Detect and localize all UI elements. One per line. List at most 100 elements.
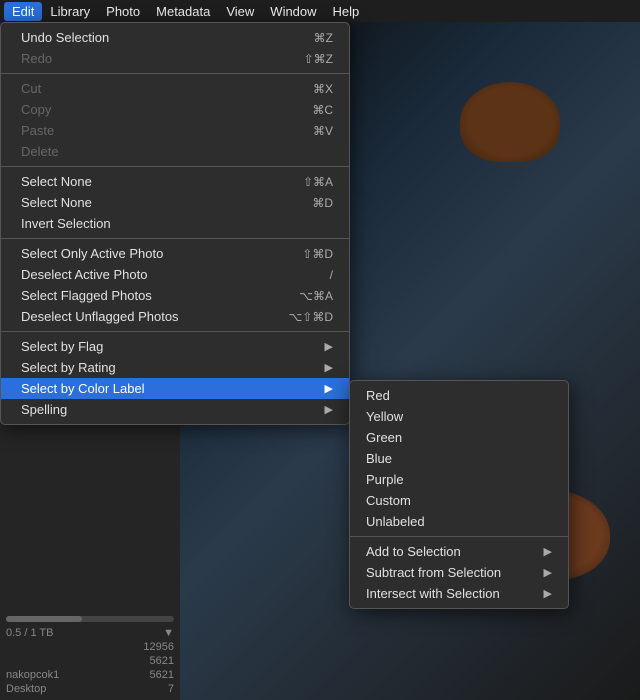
edit-dropdown-menu: Undo Selection ⌘Z Redo ⇧⌘Z Cut ⌘X Copy ⌘… — [0, 22, 350, 425]
menu-item-deselect-unflagged-label: Deselect Unflagged Photos — [21, 309, 179, 324]
menu-item-cut[interactable]: Cut ⌘X — [1, 78, 349, 99]
submenu-item-intersect-with-selection-label: Intersect with Selection — [366, 586, 500, 601]
submenu-item-unlabeled-label: Unlabeled — [366, 514, 425, 529]
menu-item-copy-label: Copy — [21, 102, 51, 117]
select-by-flag-arrow-icon: ▶ — [325, 340, 333, 353]
menu-item-select-flagged-shortcut: ⌥⌘A — [299, 289, 333, 303]
menu-item-select-none-2[interactable]: Select None ⌘D — [1, 192, 349, 213]
menubar-item-edit[interactable]: Edit — [4, 2, 42, 21]
menu-item-cut-label: Cut — [21, 81, 41, 96]
submenu-item-subtract-from-selection[interactable]: Subtract from Selection ▶ — [350, 562, 568, 583]
menu-item-select-none-2-label: Select None — [21, 195, 92, 210]
separator-3 — [1, 238, 349, 239]
menu-item-redo-shortcut: ⇧⌘Z — [304, 52, 333, 66]
menu-item-select-none-1-label: Select None — [21, 174, 92, 189]
intersect-with-selection-arrow-icon: ▶ — [544, 587, 552, 600]
menu-item-deselect-active-shortcut: / — [330, 268, 333, 282]
menu-item-redo[interactable]: Redo ⇧⌘Z — [1, 48, 349, 69]
submenu-item-purple-label: Purple — [366, 472, 404, 487]
menu-item-select-none-1[interactable]: Select None ⇧⌘A — [1, 171, 349, 192]
storage-arrow-icon: ▼ — [163, 627, 174, 639]
submenu-item-blue-label: Blue — [366, 451, 392, 466]
add-to-selection-arrow-icon: ▶ — [544, 545, 552, 558]
menu-item-select-active[interactable]: Select Only Active Photo ⇧⌘D — [1, 243, 349, 264]
menu-item-deselect-active[interactable]: Deselect Active Photo / — [1, 264, 349, 285]
stat-row-1: 5621 — [6, 654, 174, 668]
submenu-item-red-label: Red — [366, 388, 390, 403]
menu-item-select-by-color[interactable]: Select by Color Label ▶ — [1, 378, 349, 399]
menu-item-select-active-label: Select Only Active Photo — [21, 246, 163, 261]
submenu-item-custom-label: Custom — [366, 493, 411, 508]
stat-row-3: Desktop 7 — [6, 682, 174, 696]
panel-bottom: 0.5 / 1 TB ▼ 12956 5621 nakopcok1 5621 D… — [0, 608, 180, 700]
stat-row-2: nakopcok1 5621 — [6, 668, 174, 682]
menu-item-select-flagged-label: Select Flagged Photos — [21, 288, 152, 303]
submenu-item-add-to-selection-label: Add to Selection — [366, 544, 461, 559]
menubar-item-view[interactable]: View — [218, 2, 262, 21]
submenu-separator-1 — [350, 536, 568, 537]
menubar-item-window[interactable]: Window — [262, 2, 324, 21]
select-by-color-arrow-icon: ▶ — [325, 382, 333, 395]
submenu-item-subtract-from-selection-label: Subtract from Selection — [366, 565, 501, 580]
menu-item-undo[interactable]: Undo Selection ⌘Z — [1, 27, 349, 48]
menu-item-deselect-unflagged[interactable]: Deselect Unflagged Photos ⌥⇧⌘D — [1, 306, 349, 327]
separator-2 — [1, 166, 349, 167]
storage-fill — [6, 616, 82, 622]
menu-item-deselect-unflagged-shortcut: ⌥⇧⌘D — [288, 310, 333, 324]
menubar-item-photo[interactable]: Photo — [98, 2, 148, 21]
menu-item-deselect-active-label: Deselect Active Photo — [21, 267, 147, 282]
dessert-shape-1 — [460, 82, 560, 162]
storage-bar — [6, 616, 174, 622]
menu-item-undo-label: Undo Selection — [21, 30, 109, 45]
stat-label-2: nakopcok1 — [6, 669, 59, 681]
menu-item-select-active-shortcut: ⇧⌘D — [302, 247, 333, 261]
menubar: Edit Library Photo Metadata View Window … — [0, 0, 640, 22]
menu-item-paste[interactable]: Paste ⌘V — [1, 120, 349, 141]
menu-item-redo-label: Redo — [21, 51, 52, 66]
menu-item-paste-shortcut: ⌘V — [313, 124, 333, 138]
menu-item-select-none-1-shortcut: ⇧⌘A — [303, 175, 333, 189]
stat-value-2: 5621 — [150, 669, 174, 681]
submenu-item-custom[interactable]: Custom — [350, 490, 568, 511]
stat-value-1: 5621 — [150, 655, 174, 667]
separator-4 — [1, 331, 349, 332]
menu-item-undo-shortcut: ⌘Z — [314, 31, 333, 45]
submenu-item-unlabeled[interactable]: Unlabeled — [350, 511, 568, 532]
menu-item-paste-label: Paste — [21, 123, 54, 138]
subtract-from-selection-arrow-icon: ▶ — [544, 566, 552, 579]
menu-item-select-by-rating-label: Select by Rating — [21, 360, 116, 375]
menu-item-invert-selection[interactable]: Invert Selection — [1, 213, 349, 234]
submenu-item-yellow-label: Yellow — [366, 409, 403, 424]
menu-item-delete[interactable]: Delete — [1, 141, 349, 162]
stat-value-3: 7 — [168, 683, 174, 695]
separator-1 — [1, 73, 349, 74]
menubar-item-metadata[interactable]: Metadata — [148, 2, 218, 21]
menubar-item-library[interactable]: Library — [42, 2, 98, 21]
storage-label-row: 0.5 / 1 TB ▼ — [6, 626, 174, 640]
submenu-item-purple[interactable]: Purple — [350, 469, 568, 490]
submenu-item-add-to-selection[interactable]: Add to Selection ▶ — [350, 541, 568, 562]
stat-label-3: Desktop — [6, 683, 46, 695]
menu-item-cut-shortcut: ⌘X — [313, 82, 333, 96]
menu-item-select-flagged[interactable]: Select Flagged Photos ⌥⌘A — [1, 285, 349, 306]
submenu-item-red[interactable]: Red — [350, 385, 568, 406]
menu-item-copy-shortcut: ⌘C — [312, 103, 333, 117]
menu-item-delete-label: Delete — [21, 144, 59, 159]
menubar-item-help[interactable]: Help — [325, 2, 368, 21]
menu-item-invert-selection-label: Invert Selection — [21, 216, 111, 231]
menu-item-select-none-2-shortcut: ⌘D — [312, 196, 333, 210]
menu-item-select-by-rating[interactable]: Select by Rating ▶ — [1, 357, 349, 378]
menu-item-select-by-color-label: Select by Color Label — [21, 381, 145, 396]
submenu-item-blue[interactable]: Blue — [350, 448, 568, 469]
menu-item-copy[interactable]: Copy ⌘C — [1, 99, 349, 120]
submenu-item-yellow[interactable]: Yellow — [350, 406, 568, 427]
spelling-arrow-icon: ▶ — [325, 403, 333, 416]
storage-label: 0.5 / 1 TB — [6, 627, 54, 639]
menu-item-spelling[interactable]: Spelling ▶ — [1, 399, 349, 420]
menu-item-select-by-flag[interactable]: Select by Flag ▶ — [1, 336, 349, 357]
menu-item-select-by-flag-label: Select by Flag — [21, 339, 103, 354]
submenu-item-green[interactable]: Green — [350, 427, 568, 448]
submenu-item-green-label: Green — [366, 430, 402, 445]
stat-row-0: 12956 — [6, 640, 174, 654]
submenu-item-intersect-with-selection[interactable]: Intersect with Selection ▶ — [350, 583, 568, 604]
